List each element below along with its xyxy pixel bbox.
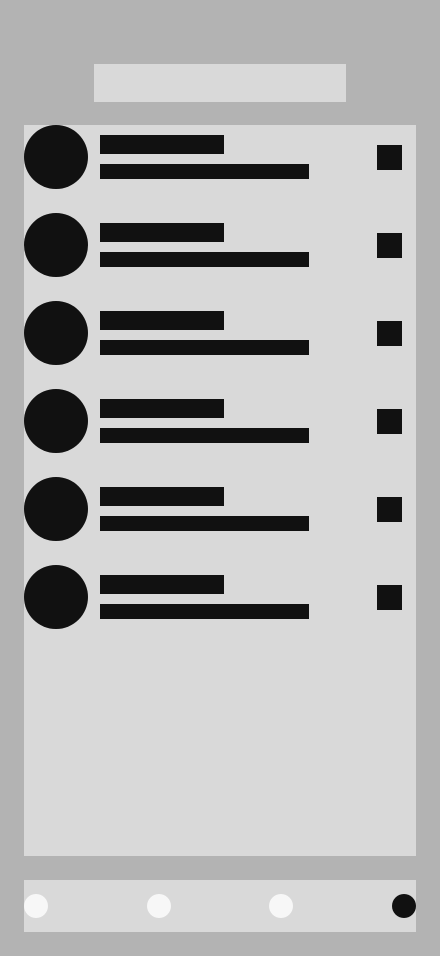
item-action-icon[interactable]	[377, 409, 402, 434]
avatar	[24, 565, 88, 629]
list-item[interactable]	[24, 213, 416, 277]
item-action-icon[interactable]	[377, 585, 402, 610]
list-item[interactable]	[24, 125, 416, 189]
list-item[interactable]	[24, 301, 416, 365]
item-title-placeholder	[100, 487, 224, 506]
avatar	[24, 301, 88, 365]
bottom-tab-bar	[24, 880, 416, 932]
list-item[interactable]	[24, 565, 416, 629]
list-item[interactable]	[24, 477, 416, 541]
item-action-icon[interactable]	[377, 233, 402, 258]
tab-4[interactable]	[392, 894, 416, 918]
item-title-placeholder	[100, 399, 224, 418]
tab-2[interactable]	[147, 894, 171, 918]
item-title-placeholder	[100, 135, 224, 154]
item-subtitle-placeholder	[100, 604, 309, 619]
tab-1[interactable]	[24, 894, 48, 918]
list-item[interactable]	[24, 389, 416, 453]
item-subtitle-placeholder	[100, 164, 309, 179]
screen	[0, 0, 440, 956]
avatar	[24, 477, 88, 541]
item-title-placeholder	[100, 311, 224, 330]
item-subtitle-placeholder	[100, 516, 309, 531]
page-title-placeholder	[94, 64, 346, 102]
item-action-icon[interactable]	[377, 321, 402, 346]
avatar	[24, 125, 88, 189]
item-title-placeholder	[100, 575, 224, 594]
item-subtitle-placeholder	[100, 252, 309, 267]
item-subtitle-placeholder	[100, 340, 309, 355]
item-subtitle-placeholder	[100, 428, 309, 443]
item-action-icon[interactable]	[377, 145, 402, 170]
avatar	[24, 389, 88, 453]
avatar	[24, 213, 88, 277]
item-title-placeholder	[100, 223, 224, 242]
list-panel	[24, 125, 416, 856]
item-action-icon[interactable]	[377, 497, 402, 522]
tab-3[interactable]	[269, 894, 293, 918]
